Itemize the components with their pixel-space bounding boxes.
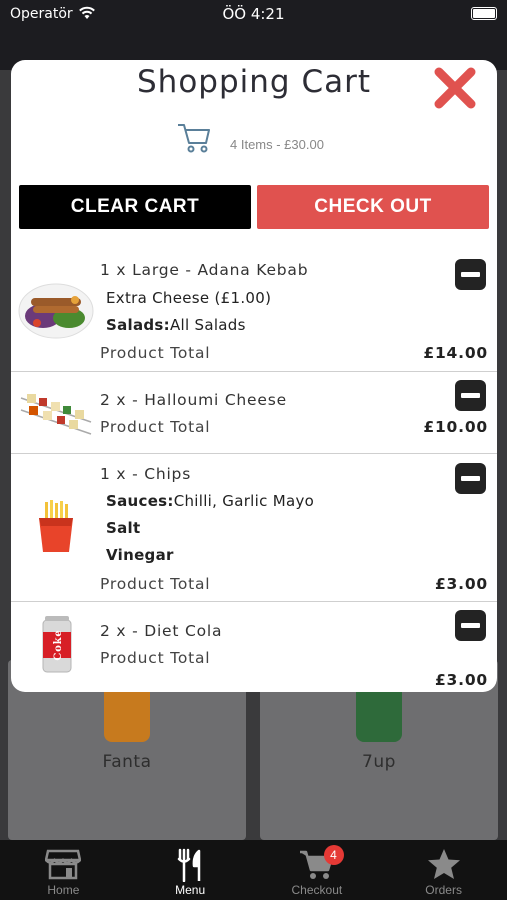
remove-item-button[interactable] bbox=[455, 259, 486, 290]
item-title: 1 x Large - Adana Kebab bbox=[100, 261, 309, 279]
minus-icon bbox=[461, 623, 480, 628]
cutlery-icon bbox=[177, 848, 201, 882]
product-total-value: £3.00 bbox=[434, 575, 488, 593]
can-label: Coke bbox=[53, 629, 64, 660]
remove-item-button[interactable] bbox=[455, 463, 486, 494]
close-button[interactable] bbox=[431, 64, 479, 112]
cart-summary-text: 4 Items - £30.00 bbox=[230, 136, 324, 152]
salads-value: All Salads bbox=[169, 316, 246, 334]
tab-label: Orders bbox=[425, 883, 462, 897]
cart-items-list: 1 x Large - Adana Kebab Extra Cheese (£1… bbox=[11, 248, 497, 692]
clear-cart-button[interactable]: CLEAR CART bbox=[19, 185, 251, 229]
cart-summary: 4 Items - £30.00 bbox=[176, 118, 324, 156]
check-out-button[interactable]: CHECK OUT bbox=[257, 185, 489, 229]
salads-key: Salads: bbox=[106, 316, 170, 334]
product-total-value: £3.00 bbox=[434, 671, 488, 689]
cart-count-badge: 4 bbox=[323, 845, 344, 865]
option-salt: Salt bbox=[106, 519, 141, 537]
kebab-plate-image bbox=[18, 283, 94, 339]
product-name: 7up bbox=[362, 752, 396, 772]
item-option-salt: Salt bbox=[106, 519, 140, 537]
remove-item-button[interactable] bbox=[455, 380, 486, 411]
product-total-value: £10.00 bbox=[423, 418, 488, 436]
modal-title: Shopping Cart bbox=[137, 64, 371, 100]
product-total-label: Product Total bbox=[100, 575, 211, 593]
tab-label: Checkout bbox=[291, 883, 343, 897]
product-total-label: Product Total bbox=[100, 344, 211, 362]
chips-box-image bbox=[39, 500, 73, 552]
minus-icon bbox=[461, 393, 480, 398]
product-total-label: Product Total bbox=[100, 418, 211, 436]
product-name: Fanta bbox=[102, 752, 152, 772]
sauces-value: Chilli, Garlic Mayo bbox=[173, 492, 315, 510]
item-title: 2 x - Diet Cola bbox=[100, 622, 223, 640]
item-sauces: Sauces:Chilli, Garlic Mayo bbox=[106, 492, 314, 510]
product-total-value: £14.00 bbox=[423, 344, 488, 362]
cart-item-diet-cola: Coke 2 x - Diet Cola Product Total £3.00 bbox=[11, 602, 497, 692]
tab-label: Home bbox=[47, 883, 80, 897]
cart-icon bbox=[178, 124, 210, 153]
item-salads: Salads:All Salads bbox=[106, 316, 246, 334]
item-extras: Extra Cheese (£1.00) bbox=[106, 289, 272, 307]
remove-item-button[interactable] bbox=[455, 610, 486, 641]
store-icon bbox=[45, 849, 82, 880]
tab-home[interactable]: Home bbox=[0, 840, 127, 900]
cart-item-adana-kebab: 1 x Large - Adana Kebab Extra Cheese (£1… bbox=[11, 248, 497, 372]
item-option-vinegar: Vinegar bbox=[106, 546, 174, 564]
sauces-key: Sauces: bbox=[106, 492, 174, 510]
tab-bar: Home Menu 4 Checkout Orders bbox=[0, 840, 507, 900]
clock: ÖÖ 4:21 bbox=[222, 5, 285, 23]
minus-icon bbox=[461, 272, 480, 277]
tab-label: Menu bbox=[175, 883, 206, 897]
item-title: 2 x - Halloumi Cheese bbox=[100, 391, 287, 409]
close-icon bbox=[434, 67, 476, 109]
minus-icon bbox=[461, 476, 480, 481]
tab-orders[interactable]: Orders bbox=[380, 840, 507, 900]
product-total-label: Product Total bbox=[100, 649, 211, 667]
option-vinegar: Vinegar bbox=[106, 546, 174, 564]
tab-menu[interactable]: Menu bbox=[127, 840, 254, 900]
cart-item-chips: 1 x - Chips Sauces:Chilli, Garlic Mayo S… bbox=[11, 454, 497, 602]
tab-checkout[interactable]: 4 Checkout bbox=[254, 840, 381, 900]
star-icon bbox=[427, 849, 460, 879]
halloumi-skewers-image bbox=[20, 394, 92, 435]
diet-coke-can-image: Coke bbox=[42, 616, 72, 673]
cart-item-halloumi-cheese: 2 x - Halloumi Cheese Product Total £10.… bbox=[11, 372, 497, 454]
battery-icon bbox=[471, 7, 497, 20]
item-title: 1 x - Chips bbox=[100, 465, 192, 483]
status-bar: Operatör ÖÖ 4:21 bbox=[0, 0, 507, 30]
shopping-cart-modal: Shopping Cart 4 Items - £30.00 CLEAR CAR… bbox=[11, 60, 497, 692]
